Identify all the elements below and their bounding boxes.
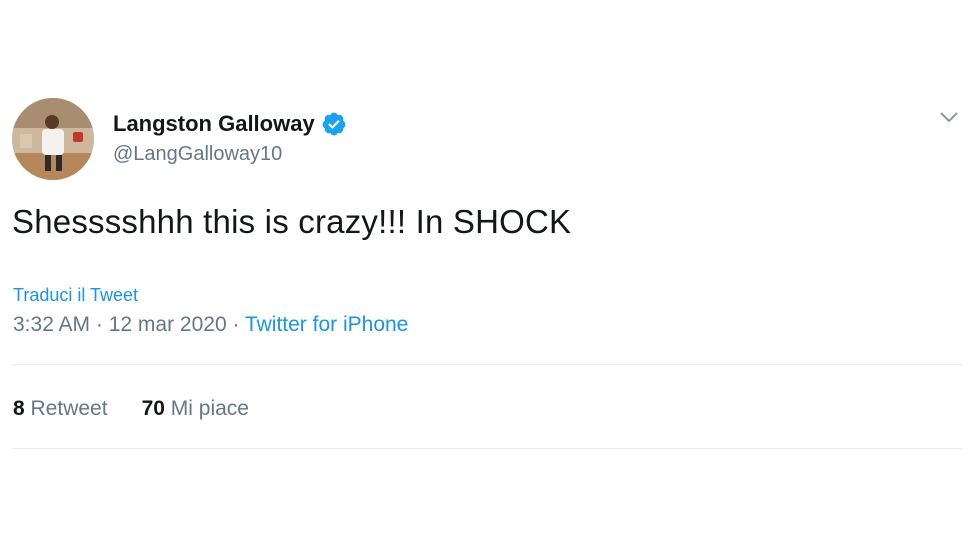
divider (12, 364, 962, 365)
tweet-stats: 8 Retweet 70 Mi piace (13, 397, 249, 421)
author-name-row[interactable]: Langston Galloway (113, 111, 347, 137)
tweet-card: Langston Galloway @LangGalloway10 Shesss… (0, 0, 978, 550)
author-handle[interactable]: @LangGalloway10 (113, 143, 282, 166)
likes-label: Mi piace (170, 397, 249, 420)
tweet-source-link[interactable]: Twitter for iPhone (245, 313, 408, 336)
display-name[interactable]: Langston Galloway (113, 111, 315, 137)
chevron-down-icon[interactable] (938, 110, 960, 124)
likes-count: 70 (141, 397, 171, 420)
divider (12, 448, 962, 449)
tweet-text: Shesssshhh this is crazy!!! In SHOCK (12, 203, 572, 240)
retweets-label: Retweet (30, 397, 108, 420)
tweet-meta: 3:32 AM · 12 mar 2020 · Twitter for iPho… (13, 313, 408, 337)
translate-tweet-link[interactable]: Traduci il Tweet (13, 285, 138, 306)
likes-stat[interactable]: 70 Mi piace (142, 397, 249, 421)
tweet-time[interactable]: 3:32 AM (13, 313, 90, 336)
retweets-count: 8 (13, 397, 31, 420)
tweet-date[interactable]: 12 mar 2020 (109, 313, 227, 336)
verified-badge-icon (321, 111, 347, 137)
meta-separator: · (232, 313, 245, 336)
avatar[interactable] (12, 98, 94, 180)
meta-separator: · (95, 313, 109, 336)
retweets-stat[interactable]: 8 Retweet (13, 397, 108, 421)
